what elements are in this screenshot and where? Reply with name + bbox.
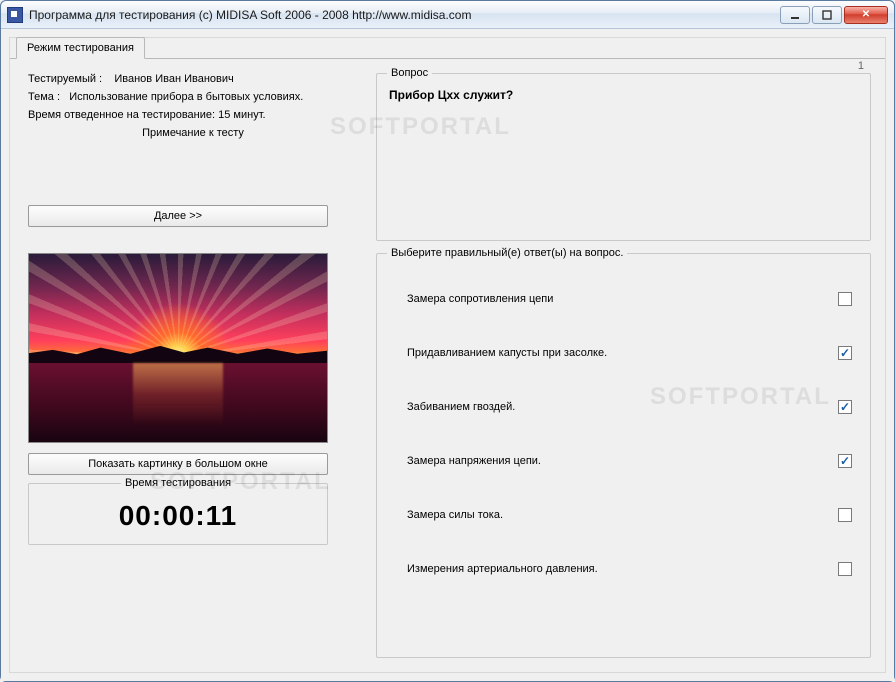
answer-label: Придавливанием капусты при засолке.: [407, 347, 838, 359]
info-block: Тестируемый : Иванов Иван Иванович Тема …: [28, 73, 358, 241]
answers-group-label: Выберите правильный(е) ответ(ы) на вопро…: [387, 247, 627, 259]
answer-row: Замера напряжения цепи.: [407, 434, 852, 488]
question-group-label: Вопрос: [387, 67, 432, 79]
answer-checkbox[interactable]: [838, 400, 852, 414]
answer-label: Забиванием гвоздей.: [407, 401, 838, 413]
answers-group: Выберите правильный(е) ответ(ы) на вопро…: [376, 253, 871, 658]
answer-row: Замера силы тока.: [407, 488, 852, 542]
maximize-icon: [822, 10, 832, 20]
question-group: 1 Вопрос Прибор Цхх служит?: [376, 73, 871, 241]
answer-checkbox[interactable]: [838, 454, 852, 468]
question-image: [28, 253, 328, 443]
window-title: Программа для тестирования (c) MIDISA So…: [29, 8, 780, 22]
answer-label: Замера напряжения цепи.: [407, 455, 838, 467]
titlebar[interactable]: Программа для тестирования (c) MIDISA So…: [1, 1, 894, 29]
tab-testing-mode[interactable]: Режим тестирования: [16, 37, 145, 59]
topic-line: Тема : Использование прибора в бытовых у…: [28, 91, 358, 103]
maximize-button[interactable]: [812, 6, 842, 24]
minimize-icon: [790, 10, 800, 20]
timer-value: 00:00:11: [39, 500, 317, 532]
client-area: Режим тестирования Тестируемый : Иванов …: [1, 29, 894, 681]
next-button[interactable]: Далее >>: [28, 205, 328, 227]
answer-label: Измерения артериального давления.: [407, 563, 838, 575]
close-button[interactable]: ✕: [844, 6, 888, 24]
tab-content: Тестируемый : Иванов Иван Иванович Тема …: [10, 59, 885, 672]
testee-name: Иванов Иван Иванович: [114, 73, 233, 85]
question-number: 1: [858, 60, 864, 72]
topic-label: Тема :: [28, 91, 60, 103]
answer-row: Замера сопротивления цепи: [407, 272, 852, 326]
sun-reflection: [133, 363, 222, 442]
app-window: Программа для тестирования (c) MIDISA So…: [0, 0, 895, 682]
answer-checkbox[interactable]: [838, 562, 852, 576]
tab-label: Режим тестирования: [27, 42, 134, 54]
question-text: Прибор Цхх служит?: [389, 88, 858, 102]
test-note-link[interactable]: Примечание к тесту: [28, 127, 358, 139]
testee-label: Тестируемый :: [28, 73, 102, 85]
answer-row: Измерения артериального давления.: [407, 542, 852, 596]
left-bottom-column: Показать картинку в большом окне Время т…: [28, 253, 358, 658]
answer-checkbox[interactable]: [838, 292, 852, 306]
topic-value: Использование прибора в бытовых условиях…: [69, 91, 303, 103]
timer-group-label: Время тестирования: [121, 477, 235, 489]
close-icon: ✕: [862, 9, 870, 20]
minimize-button[interactable]: [780, 6, 810, 24]
main-panel: Режим тестирования Тестируемый : Иванов …: [9, 37, 886, 673]
answer-row: Забиванием гвоздей.: [407, 380, 852, 434]
answer-checkbox[interactable]: [838, 346, 852, 360]
show-image-button[interactable]: Показать картинку в большом окне: [28, 453, 328, 475]
testee-line: Тестируемый : Иванов Иван Иванович: [28, 73, 358, 85]
answer-label: Замера сопротивления цепи: [407, 293, 838, 305]
time-limit: Время отведенное на тестирование: 15 мин…: [28, 109, 358, 121]
timer-group: Время тестирования 00:00:11: [28, 483, 328, 545]
answer-checkbox[interactable]: [838, 508, 852, 522]
answer-row: Придавливанием капусты при засолке.: [407, 326, 852, 380]
answer-label: Замера силы тока.: [407, 509, 838, 521]
app-icon: [7, 7, 23, 23]
